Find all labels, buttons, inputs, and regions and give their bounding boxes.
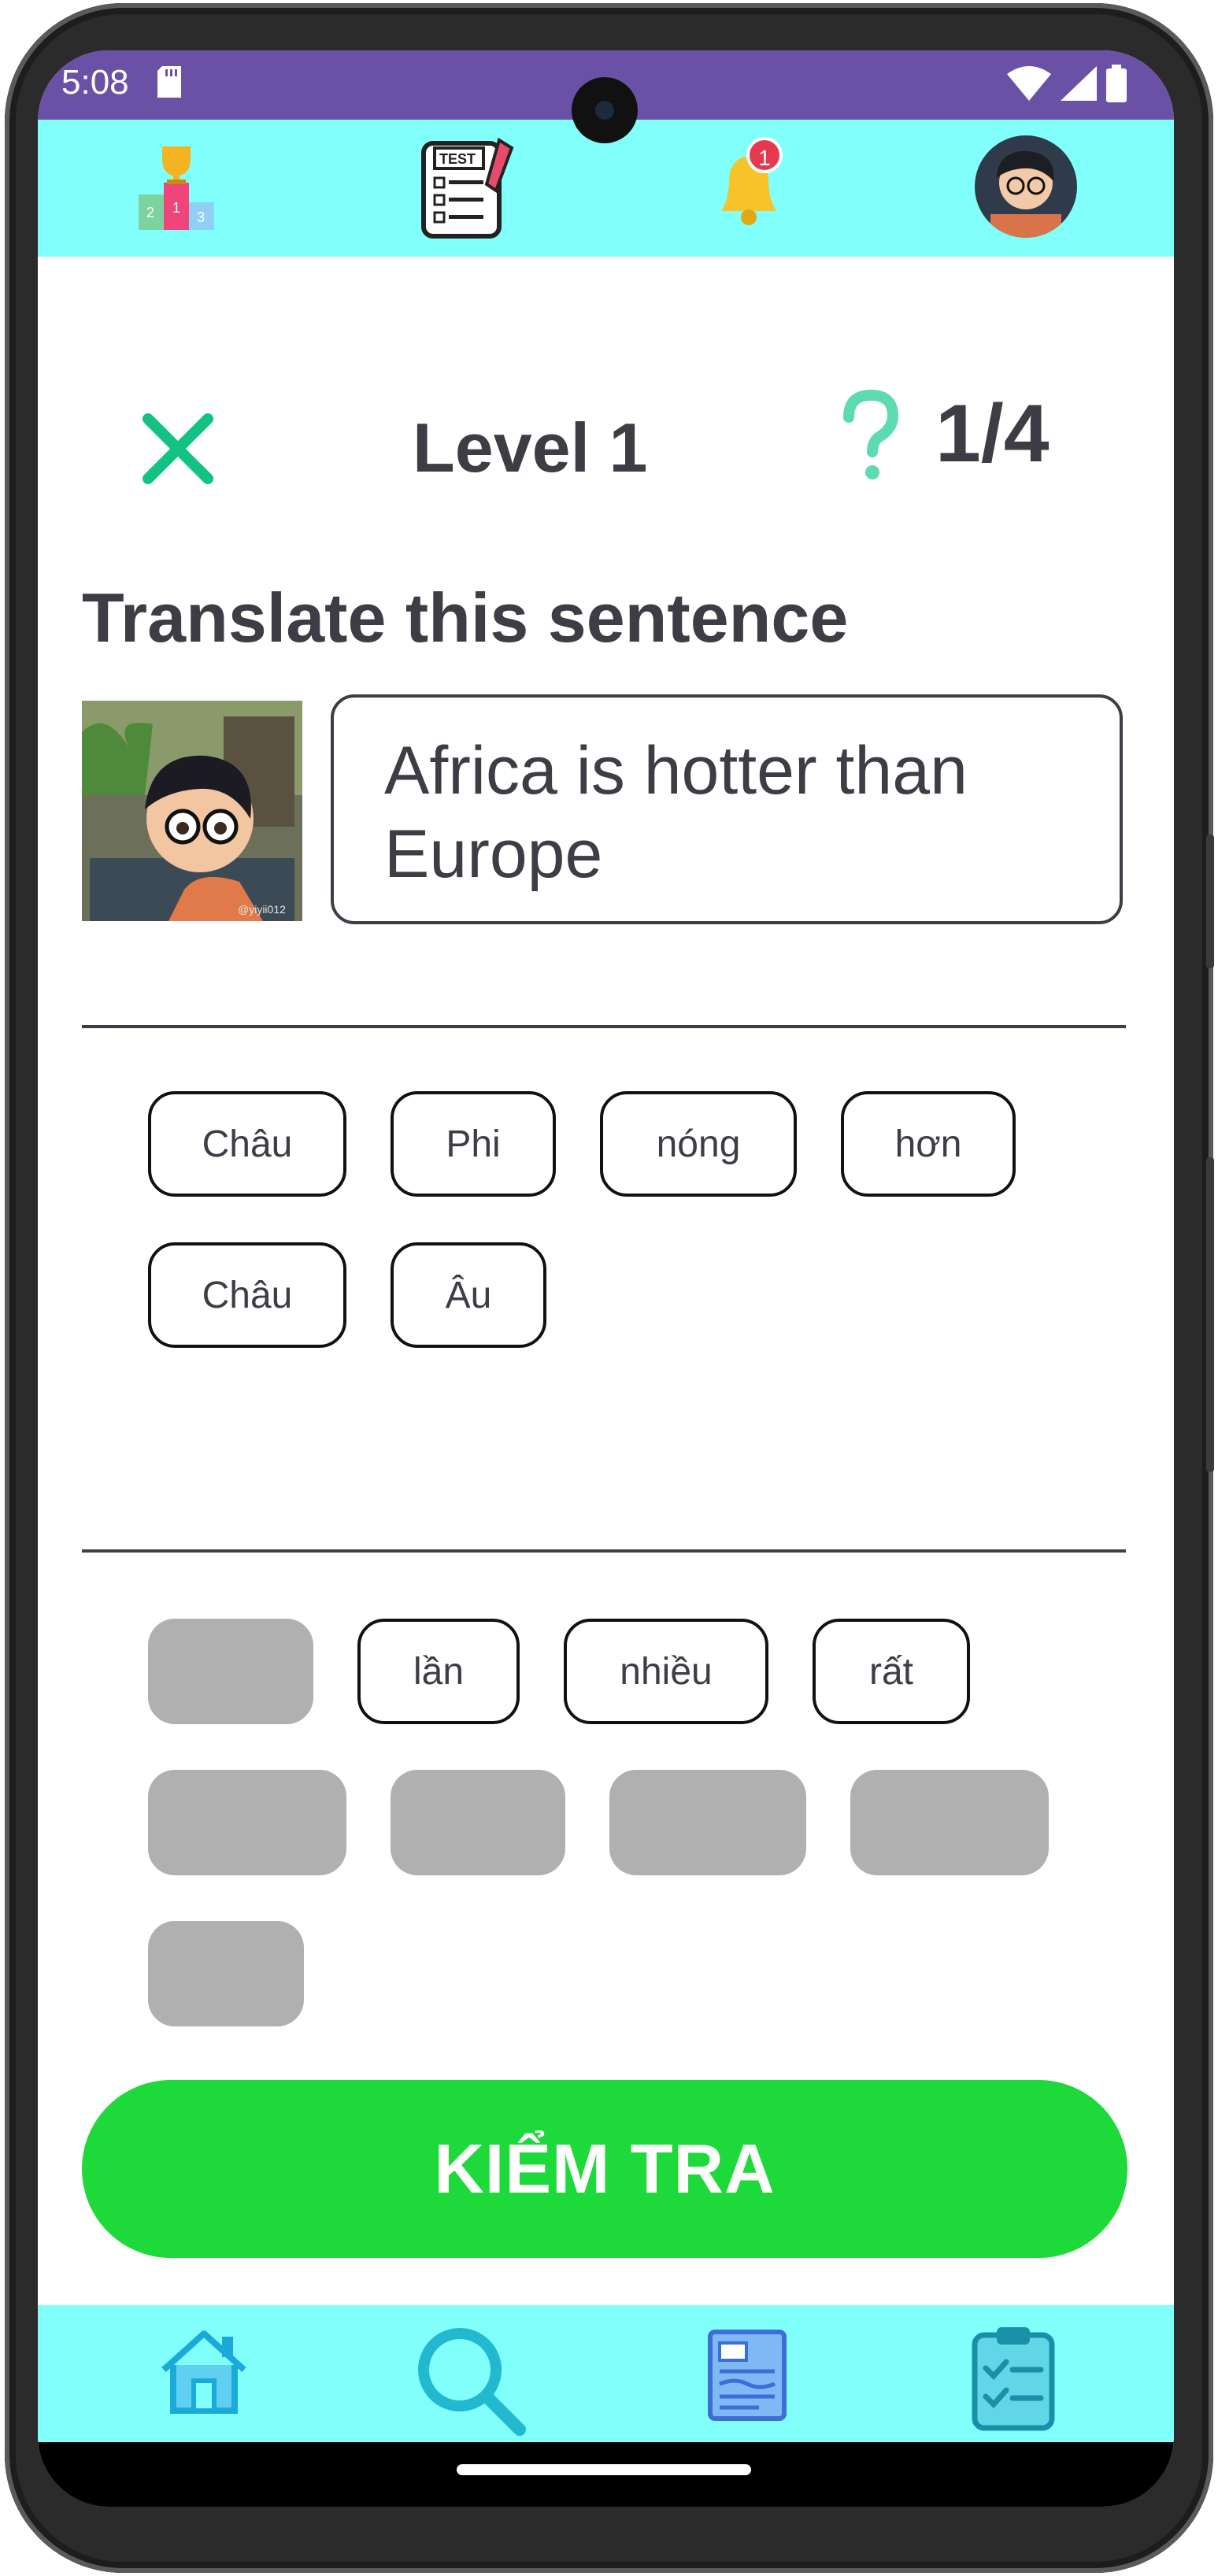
word-bank-chip[interactable]: nhiều	[564, 1619, 768, 1724]
used-word-slot	[609, 1770, 806, 1875]
test-icon[interactable]: TEST	[414, 135, 516, 239]
cellular-signal-icon	[1061, 66, 1097, 101]
answer-top-divider	[82, 1025, 1126, 1028]
answer-chip[interactable]: hơn	[841, 1091, 1016, 1197]
document-icon[interactable]	[696, 2321, 798, 2423]
app-screen: 5:08 2 1 3 TEST 1 Level 1 1/4 Translate …	[38, 50, 1174, 2507]
power-button	[1206, 1157, 1214, 1472]
source-sentence: Africa is hotter than Europe	[384, 733, 968, 892]
svg-text:3: 3	[197, 209, 205, 225]
image-watermark: @yiyii012	[238, 903, 286, 916]
search-icon[interactable]	[411, 2321, 526, 2436]
front-camera	[572, 77, 638, 143]
test-icon-label: TEST	[439, 151, 476, 167]
answer-chip[interactable]: Châu	[148, 1242, 346, 1348]
avatar[interactable]	[975, 135, 1077, 238]
home-gesture-handle[interactable]	[457, 2464, 751, 2475]
used-word-slot	[850, 1770, 1049, 1875]
word-bank-chip[interactable]: rất	[813, 1619, 970, 1724]
used-word-slot	[148, 1770, 346, 1875]
svg-text:1: 1	[172, 200, 180, 216]
answer-chip[interactable]: Phi	[391, 1091, 556, 1197]
help-question-icon[interactable]	[835, 389, 905, 483]
character-image: @yiyii012	[82, 701, 302, 921]
battery-icon	[1106, 65, 1127, 102]
source-sentence-box: Africa is hotter than Europe	[331, 694, 1123, 924]
answer-chip[interactable]: Âu	[391, 1242, 546, 1348]
level-title: Level 1	[413, 409, 648, 487]
progress-counter: 1/4	[935, 388, 1050, 479]
clipboard-checklist-icon[interactable]	[962, 2321, 1064, 2431]
svg-text:2: 2	[146, 205, 154, 220]
close-icon[interactable]	[139, 409, 217, 488]
answer-chip[interactable]: nóng	[600, 1091, 797, 1197]
word-bank-divider	[82, 1549, 1126, 1553]
leaderboard-icon[interactable]: 2 1 3	[131, 135, 233, 238]
answer-chip[interactable]: Châu	[148, 1091, 346, 1197]
used-word-slot	[148, 1921, 304, 2026]
word-bank-chip[interactable]: lần	[357, 1619, 520, 1724]
gesture-navigation-bar	[38, 2442, 1174, 2507]
check-button[interactable]: KIỂM TRA	[82, 2080, 1127, 2258]
used-word-slot	[148, 1619, 313, 1724]
home-icon[interactable]	[153, 2321, 255, 2423]
wifi-icon	[1007, 66, 1051, 101]
instruction-heading: Translate this sentence	[82, 579, 849, 657]
status-icons	[1007, 65, 1127, 102]
bottom-navigation	[38, 2305, 1174, 2442]
notification-bell-icon[interactable]: 1	[698, 135, 800, 238]
lesson-area: Level 1 1/4 Translate this sentence @yiy…	[38, 257, 1174, 2359]
used-word-slot	[391, 1770, 565, 1875]
volume-button	[1206, 835, 1214, 968]
notification-badge: 1	[746, 137, 783, 173]
device-frame: 5:08 2 1 3 TEST 1 Level 1 1/4 Translate …	[0, 0, 1218, 2576]
status-time: 5:08	[61, 63, 129, 102]
sd-card-icon	[157, 66, 181, 98]
